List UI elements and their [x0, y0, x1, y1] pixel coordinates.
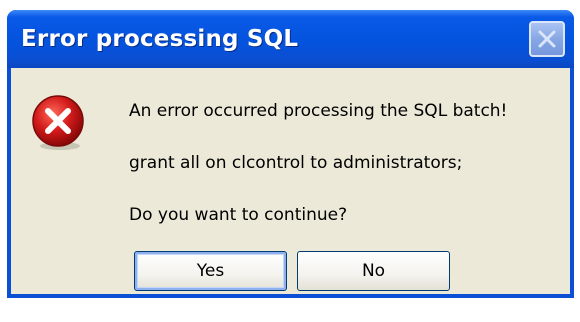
- sql-statement: grant all on clcontrol to administrators…: [129, 153, 463, 173]
- title-bar[interactable]: Error processing SQL: [7, 10, 574, 68]
- dialog-body: An error occurred processing the SQL bat…: [11, 68, 570, 294]
- error-dialog: Error processing SQL An error occurred p…: [7, 10, 574, 298]
- error-icon: [32, 95, 84, 150]
- no-button[interactable]: No: [297, 251, 450, 291]
- error-message: An error occurred processing the SQL bat…: [129, 101, 508, 121]
- close-button[interactable]: [529, 21, 565, 57]
- continue-prompt: Do you want to continue?: [129, 205, 348, 225]
- dialog-title: Error processing SQL: [21, 26, 299, 52]
- close-icon: [538, 30, 556, 48]
- yes-button[interactable]: Yes: [134, 251, 287, 291]
